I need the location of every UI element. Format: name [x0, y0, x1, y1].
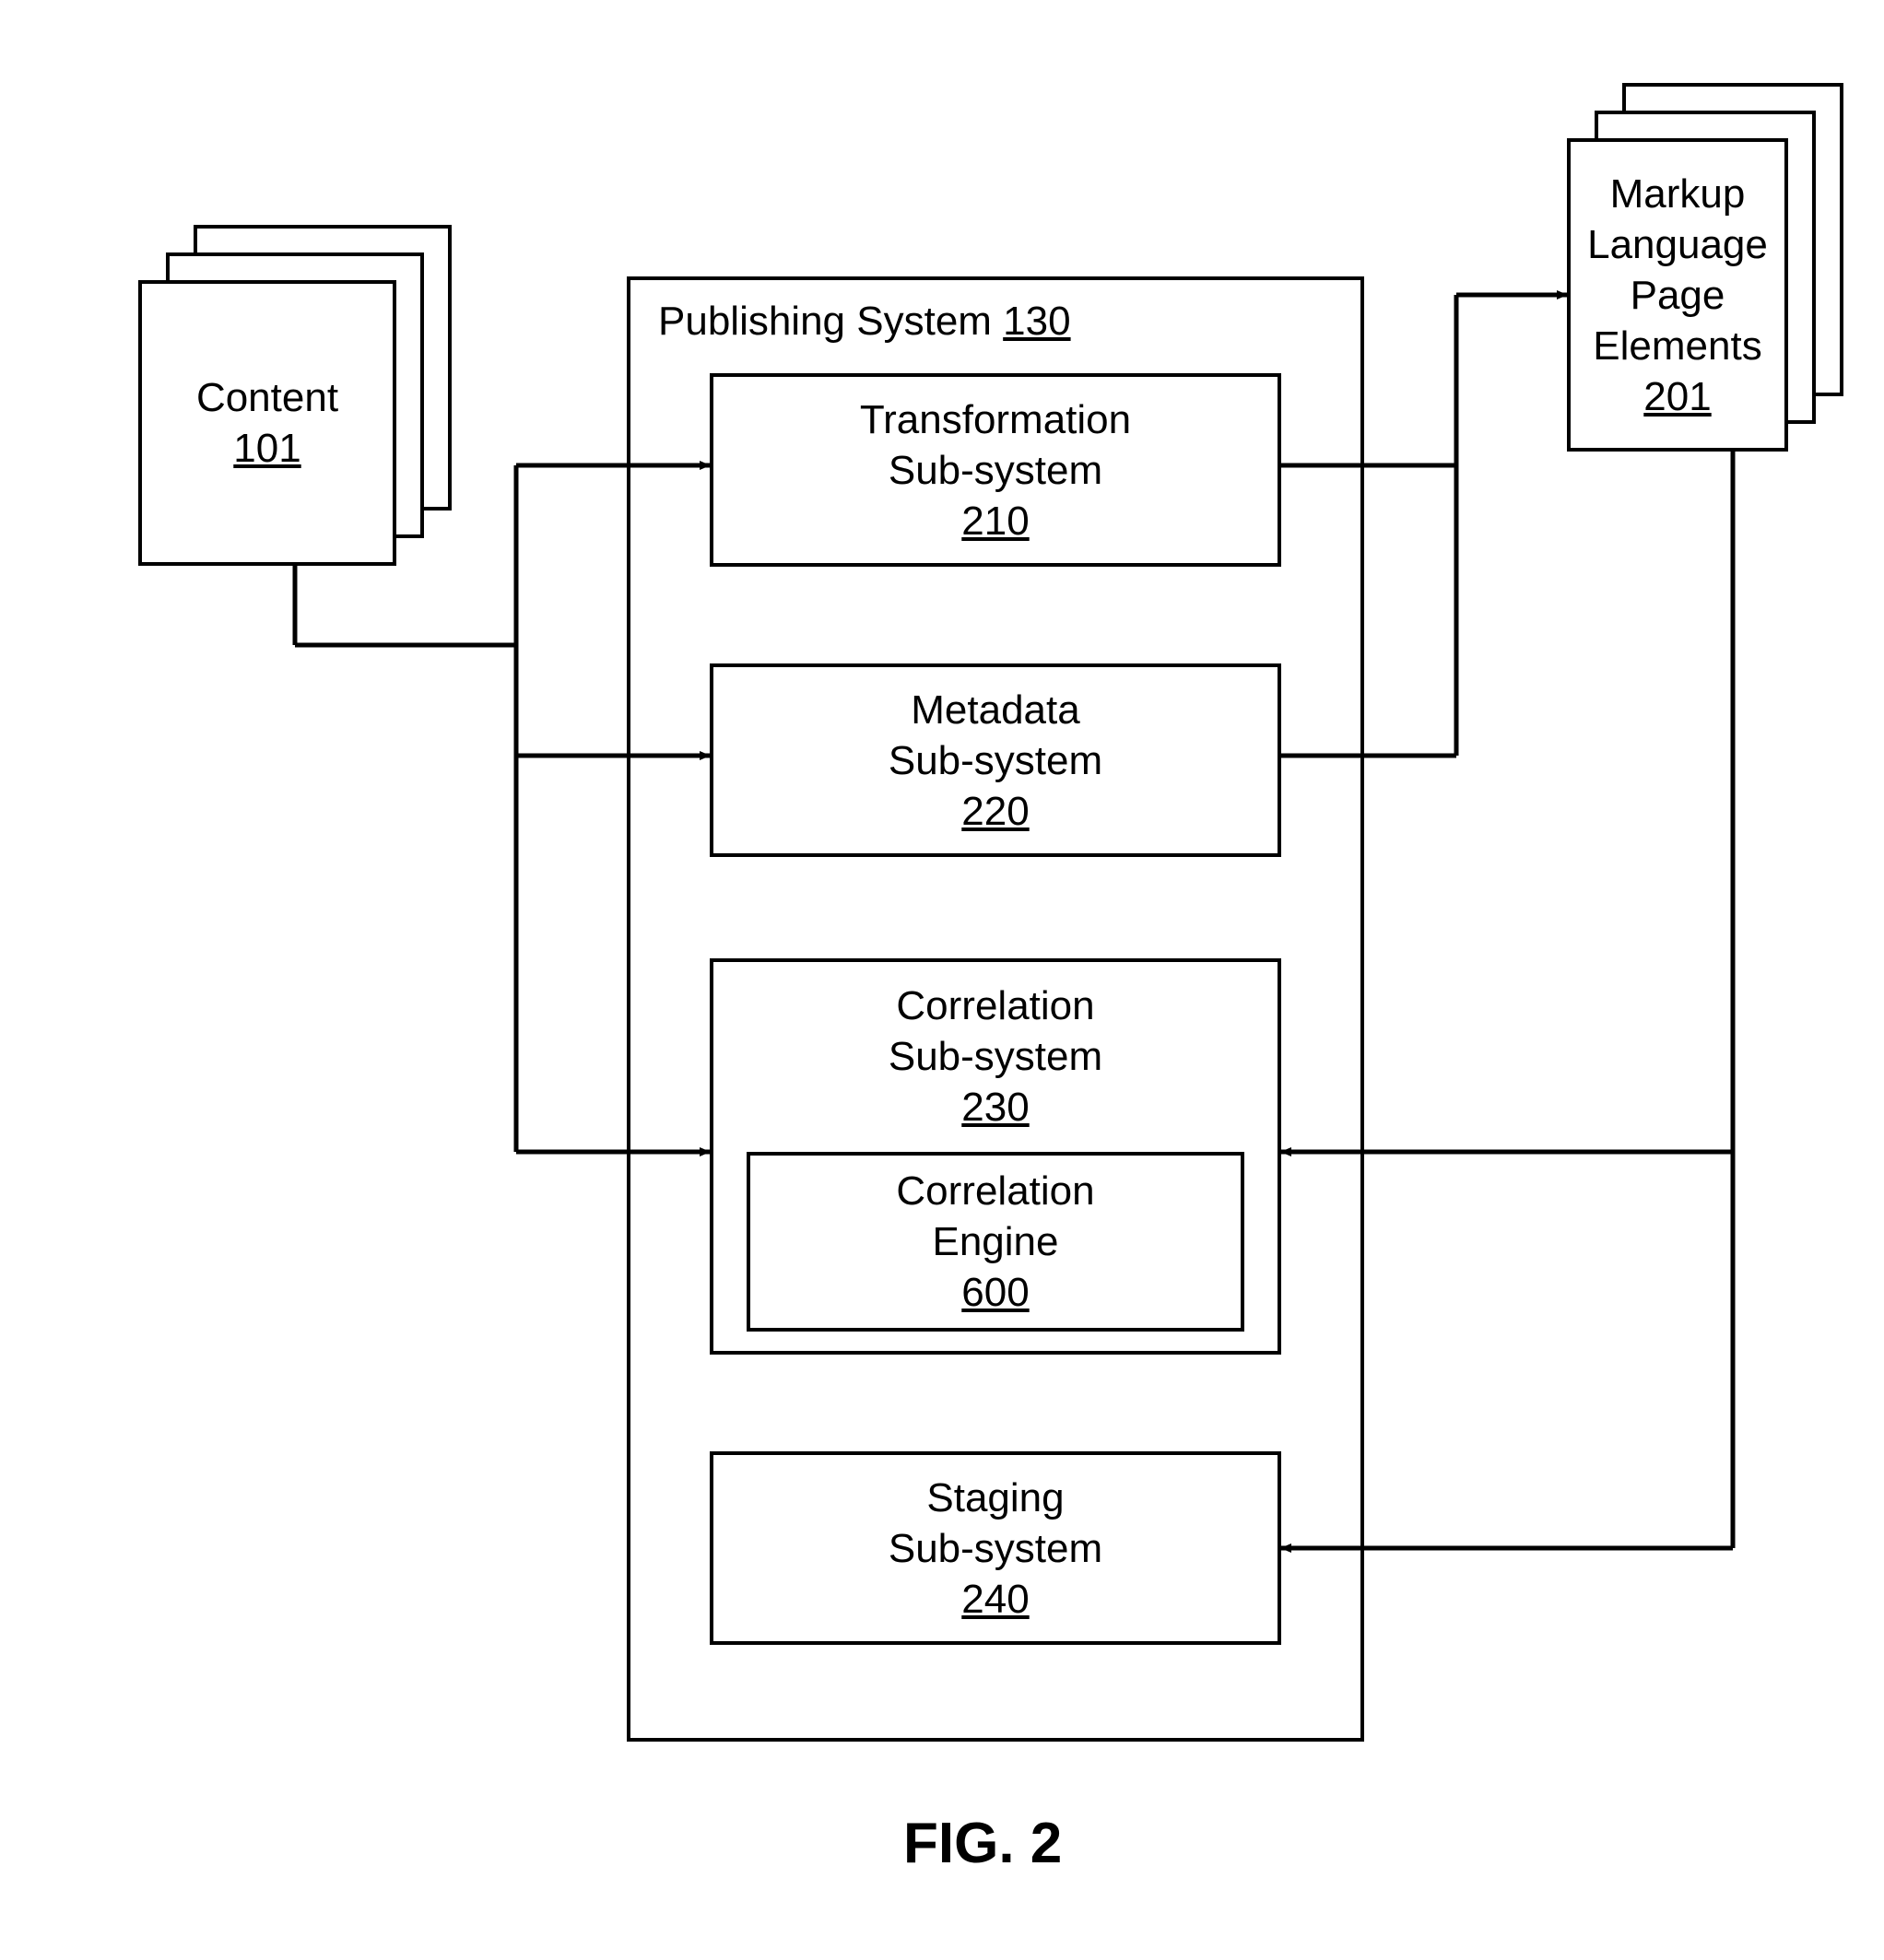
diagram-canvas: Publishing System 130 Transformation Sub…	[0, 0, 1884, 1960]
connectors	[0, 0, 1884, 1960]
